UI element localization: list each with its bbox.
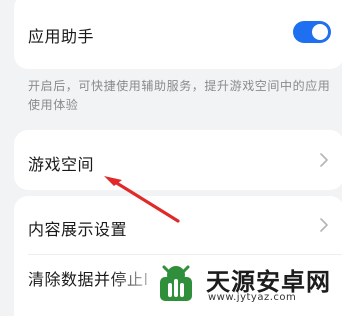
watermark: 天源安卓网 www.jytyaz.com [150,260,342,307]
assistant-card: 应用助手 [14,0,342,69]
content-display-label: 内容展示设置 [28,220,128,239]
watermark-url: www.jytyaz.com [208,292,297,303]
game-space-row[interactable]: 游戏空间 [14,130,342,190]
assistant-toggle[interactable] [293,21,331,43]
content-display-row[interactable]: 内容展示设置 [14,196,342,254]
assistant-label: 应用助手 [28,27,95,46]
chevron-right-icon [320,153,328,167]
toggle-knob [312,24,328,40]
game-space-label: 游戏空间 [28,155,95,174]
chevron-right-icon [320,218,328,232]
assistant-description: 开启后，可快捷使用辅助服务，提升游戏空间中的应用使用体验 [28,79,331,112]
watermark-logo-icon [160,265,192,301]
